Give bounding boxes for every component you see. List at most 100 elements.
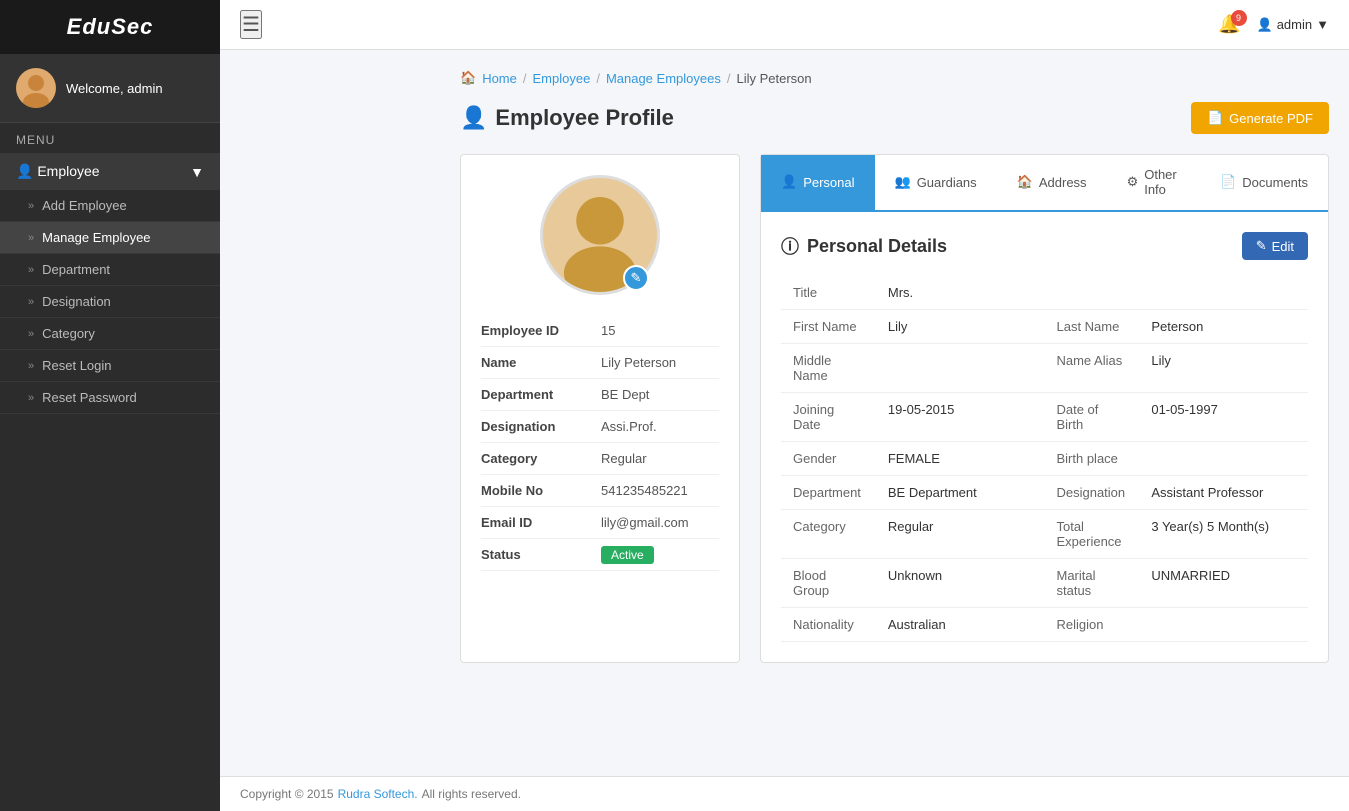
- detail-value2: 3 Year(s) 5 Month(s): [1139, 510, 1308, 559]
- table-row: Joining Date 19-05-2015 Date of Birth 01…: [781, 393, 1308, 442]
- users-icon: 👥: [895, 174, 911, 190]
- detail-label: First Name: [781, 310, 876, 344]
- table-row: Category Regular Total Experience 3 Year…: [781, 510, 1308, 559]
- admin-menu-button[interactable]: 👤 admin ▼: [1257, 17, 1329, 33]
- breadcrumb-home[interactable]: Home: [482, 71, 517, 86]
- hamburger-button[interactable]: ☰: [240, 10, 262, 39]
- dropdown-arrow-icon: ▼: [1316, 17, 1329, 32]
- details-table: Title Mrs. First Name Lily Last Name Pet…: [781, 276, 1308, 642]
- notification-badge: 9: [1231, 10, 1247, 26]
- category-label: Category: [481, 451, 601, 466]
- breadcrumb-employee[interactable]: Employee: [533, 71, 591, 86]
- sidebar: EduSec Welcome, admin Menu 👤 Employee ▼ …: [0, 0, 220, 811]
- tab-guardians[interactable]: 👥Guardians: [875, 155, 997, 212]
- sidebar-item-department[interactable]: » Department: [0, 254, 220, 286]
- tab-other-info[interactable]: ⚙Other Info: [1107, 155, 1201, 212]
- detail-label2: Religion: [1044, 608, 1139, 642]
- profile-info-row-dept: Department BE Dept: [481, 379, 719, 411]
- sidebar-item-reset-password[interactable]: »Reset Password: [0, 382, 220, 414]
- email-value: lily@gmail.com: [601, 515, 689, 530]
- detail-label2: Birth place: [1044, 442, 1139, 476]
- chevron-right-icon: »: [28, 200, 34, 212]
- detail-label: Nationality: [781, 608, 876, 642]
- sidebar-menu-label: Menu: [0, 123, 220, 153]
- breadcrumb-current: Lily Peterson: [736, 71, 811, 86]
- status-label: Status: [481, 547, 601, 562]
- detail-value: Unknown: [876, 559, 1045, 608]
- sidebar-item-designation[interactable]: »Designation: [0, 286, 220, 318]
- tab-address[interactable]: 🏠Address: [997, 155, 1107, 212]
- detail-value2: 01-05-1997: [1139, 393, 1308, 442]
- table-row: Gender FEMALE Birth place: [781, 442, 1308, 476]
- detail-label2: Last Name: [1044, 310, 1139, 344]
- detail-value2: Peterson: [1139, 310, 1308, 344]
- tab-personal[interactable]: 👤Personal: [761, 155, 875, 212]
- tabs-header: 👤Personal👥Guardians🏠Address⚙Other Info📄D…: [761, 155, 1328, 212]
- detail-label2: Date of Birth: [1044, 393, 1139, 442]
- avatar-container: ✎: [481, 175, 719, 295]
- tab-content: ⓘ Personal Details ✎ Edit Title Mrs. Fir…: [761, 212, 1328, 662]
- avatar-edit-button[interactable]: ✎: [623, 265, 649, 291]
- detail-label2: Designation: [1044, 476, 1139, 510]
- sidebar-item-manage-employee[interactable]: »Manage Employee: [0, 222, 220, 254]
- profile-info-row-name: Name Lily Peterson: [481, 347, 719, 379]
- profile-info-row-mobile: Mobile No 541235485221: [481, 475, 719, 507]
- sidebar-employee-section[interactable]: 👤 Employee ▼: [0, 153, 220, 190]
- sidebar-welcome: Welcome, admin: [66, 81, 163, 96]
- detail-value2: Assistant Professor: [1139, 476, 1308, 510]
- department-label: Department: [481, 387, 601, 402]
- designation-value: Assi.Prof.: [601, 419, 657, 434]
- main-content: 🏠 Home / Employee / Manage Employees / L…: [440, 50, 1349, 811]
- name-label: Name: [481, 355, 601, 370]
- profile-info-row-id: Employee ID 15: [481, 315, 719, 347]
- breadcrumb: 🏠 Home / Employee / Manage Employees / L…: [460, 70, 1329, 86]
- detail-value: BE Department: [876, 476, 1045, 510]
- info-icon: ⓘ: [781, 233, 799, 259]
- breadcrumb-manage[interactable]: Manage Employees: [606, 71, 721, 86]
- generate-pdf-button[interactable]: 📄 Generate PDF: [1191, 102, 1329, 134]
- section-title: ⓘ Personal Details: [781, 233, 947, 259]
- status-badge: Active: [601, 546, 654, 564]
- detail-value: Australian: [876, 608, 1045, 642]
- pencil-icon: ✎: [631, 270, 642, 286]
- profile-info-row-status: Status Active: [481, 539, 719, 571]
- category-value: Regular: [601, 451, 647, 466]
- detail-value2: UNMARRIED: [1139, 559, 1308, 608]
- file-icon: 📄: [1220, 174, 1236, 190]
- detail-label: Department: [781, 476, 876, 510]
- breadcrumb-sep2: /: [596, 71, 600, 86]
- home-icon: 🏠: [460, 70, 476, 86]
- sidebar-item-category[interactable]: »Category: [0, 318, 220, 350]
- detail-value2: Lily: [1139, 344, 1308, 393]
- notification-button[interactable]: 🔔 9: [1218, 14, 1240, 35]
- employee-id-label: Employee ID: [481, 323, 601, 338]
- footer-rights: All rights reserved.: [422, 787, 521, 801]
- chevron-right-icon: »: [28, 264, 34, 276]
- app-logo: EduSec: [0, 0, 220, 54]
- detail-label2: Marital status: [1044, 559, 1139, 608]
- chevron-right-icon: »: [28, 392, 34, 404]
- sidebar-item-label: Manage Employee: [42, 230, 150, 245]
- table-row: Department BE Department Designation Ass…: [781, 476, 1308, 510]
- sidebar-items: »Add Employee»Manage Employee»Department…: [0, 190, 220, 414]
- detail-label: Blood Group: [781, 559, 876, 608]
- detail-label: Joining Date: [781, 393, 876, 442]
- status-value: Active: [601, 547, 654, 562]
- sidebar-item-label: Department: [42, 262, 110, 277]
- detail-label: Middle Name: [781, 344, 876, 393]
- breadcrumb-sep3: /: [727, 71, 731, 86]
- tab-documents[interactable]: 📄Documents: [1200, 155, 1328, 212]
- footer-company[interactable]: Rudra Softech.: [338, 787, 418, 801]
- detail-value: 19-05-2015: [876, 393, 1045, 442]
- sidebar-item-add-employee[interactable]: » Add Employee: [0, 190, 220, 222]
- sidebar-user: Welcome, admin: [0, 54, 220, 123]
- sidebar-item-label: Add Employee: [42, 198, 127, 213]
- user-icon: 👤: [16, 163, 33, 179]
- employee-id-value: 15: [601, 323, 615, 338]
- profile-card: ✎ Employee ID 15 Name Lily Peterson Depa…: [460, 154, 740, 663]
- sidebar-item-reset-login[interactable]: »Reset Login: [0, 350, 220, 382]
- user-icon: 👤: [781, 174, 797, 190]
- edit-button[interactable]: ✎ Edit: [1242, 232, 1308, 260]
- section-header: ⓘ Personal Details ✎ Edit: [781, 232, 1308, 260]
- footer-copyright: Copyright © 2015: [240, 787, 334, 801]
